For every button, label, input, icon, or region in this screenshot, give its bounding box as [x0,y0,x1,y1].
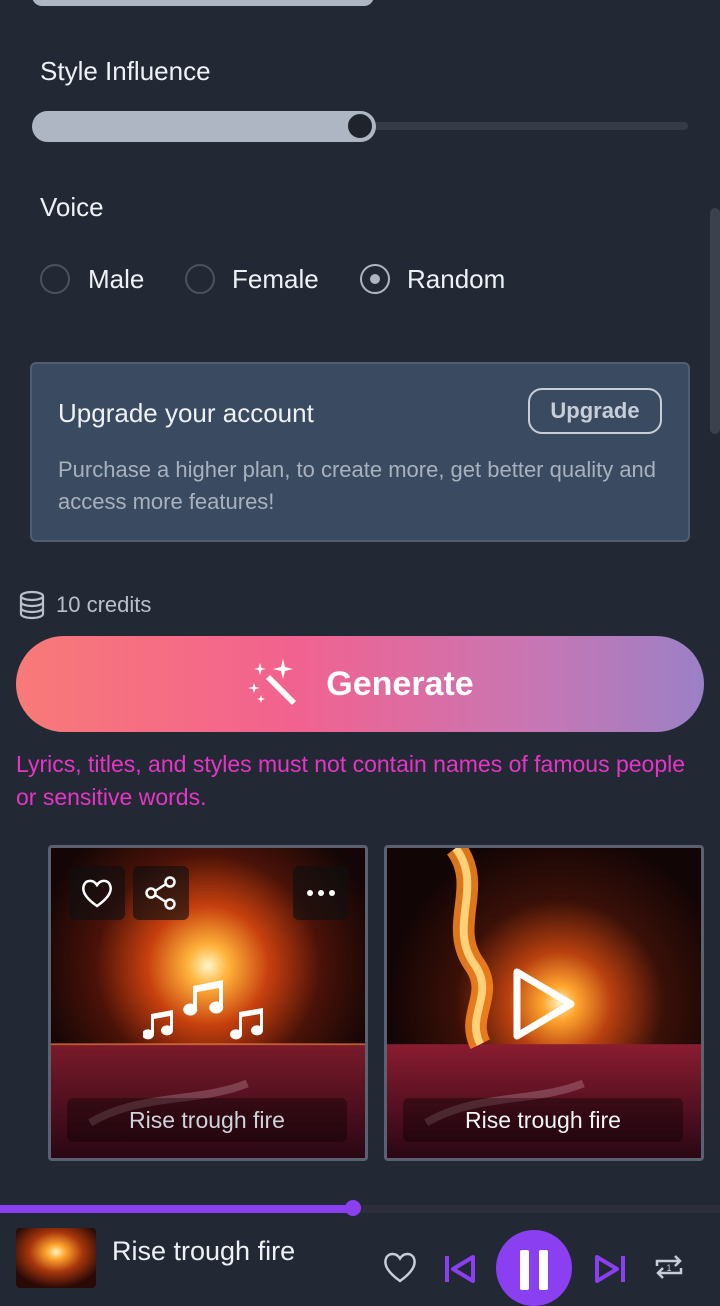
play-icon[interactable] [509,966,579,1042]
song-title: Rise trough fire [403,1098,683,1142]
upgrade-button[interactable]: Upgrade [528,388,662,434]
song-card[interactable]: Rise trough fire [48,845,368,1161]
style-influence-label: Style Influence [40,56,211,86]
player-progress-handle[interactable] [345,1200,361,1216]
share-icon [145,876,176,910]
pause-button[interactable] [496,1230,572,1306]
song-title: Rise trough fire [67,1098,347,1142]
heart-icon [82,879,112,908]
magic-wand-icon [248,659,297,705]
pause-icon [520,1250,548,1290]
style-influence-slider-handle[interactable] [346,112,374,140]
generate-label: Generate [326,664,474,703]
previous-slider[interactable] [32,0,374,6]
upgrade-description: Purchase a higher plan, to create more, … [58,457,657,514]
style-influence-slider-fill [32,111,376,142]
svg-text:1: 1 [666,1263,671,1273]
database-icon [19,590,45,620]
voice-female-radio[interactable] [185,264,215,294]
player-progress-fill [0,1205,353,1213]
repeat-one-icon[interactable]: 1 [652,1252,686,1282]
share-button[interactable] [133,866,189,920]
upgrade-title: Upgrade your account [58,398,314,428]
voice-male-radio[interactable] [40,264,70,294]
voice-female-label[interactable]: Female [232,264,319,295]
voice-male-label[interactable]: Male [88,264,144,295]
more-options-button[interactable] [293,866,349,920]
more-dots-icon [307,890,335,896]
content-warning: Lyrics, titles, and styles must not cont… [16,751,686,810]
now-playing-title: Rise trough fire [112,1236,296,1266]
voice-random-label[interactable]: Random [407,264,505,295]
page-scrollbar[interactable] [710,208,720,434]
generate-button[interactable]: Generate [16,636,704,732]
credits-count: 10 credits [56,592,152,617]
upgrade-card: Upgrade your account Upgrade Purchase a … [30,362,690,542]
voice-label: Voice [40,192,104,222]
heart-icon[interactable] [382,1250,418,1284]
music-notes-icon [143,980,264,1040]
voice-random-radio[interactable] [360,264,390,294]
like-button[interactable] [69,866,125,920]
now-playing-cover [16,1228,96,1288]
song-card[interactable]: Rise trough fire [384,845,704,1161]
